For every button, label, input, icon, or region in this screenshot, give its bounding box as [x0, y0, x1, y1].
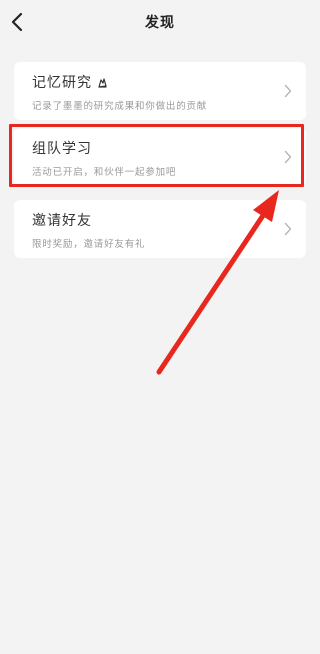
sparkle-hand-icon [98, 77, 107, 88]
discover-page: 发现 记忆研究 记录了墨墨的研究成果和你做出的贡献 组队学习 活动已开启，和伙伴… [0, 0, 320, 654]
list-item-title: 组队学习 [32, 141, 92, 157]
navigation-bar: 发现 [0, 0, 320, 44]
chevron-right-icon [284, 222, 292, 236]
list-item-title-wrap: 记忆研究 [32, 72, 109, 92]
chevron-right-icon [284, 84, 292, 98]
chevron-right-icon [284, 150, 292, 164]
list-item-subtitle: 限时奖励，邀请好友有礼 [32, 239, 146, 250]
list-item-subtitle: 记录了墨墨的研究成果和你做出的贡献 [32, 101, 208, 112]
list-item-title: 邀请好友 [32, 213, 92, 229]
list-item-subtitle: 活动已开启，和伙伴一起参加吧 [32, 167, 177, 178]
page-title: 发现 [145, 15, 175, 31]
list-item-memory-research[interactable]: 记忆研究 记录了墨墨的研究成果和你做出的贡献 [14, 62, 306, 120]
list-item-title: 记忆研究 [32, 75, 92, 91]
list-item-team-study[interactable]: 组队学习 活动已开启，和伙伴一起参加吧 [14, 128, 306, 186]
list-item-title-wrap: 组队学习 [32, 138, 92, 158]
list-item-title-wrap: 邀请好友 [32, 210, 92, 230]
list-item-invite-friends[interactable]: 邀请好友 限时奖励，邀请好友有礼 [14, 200, 306, 258]
